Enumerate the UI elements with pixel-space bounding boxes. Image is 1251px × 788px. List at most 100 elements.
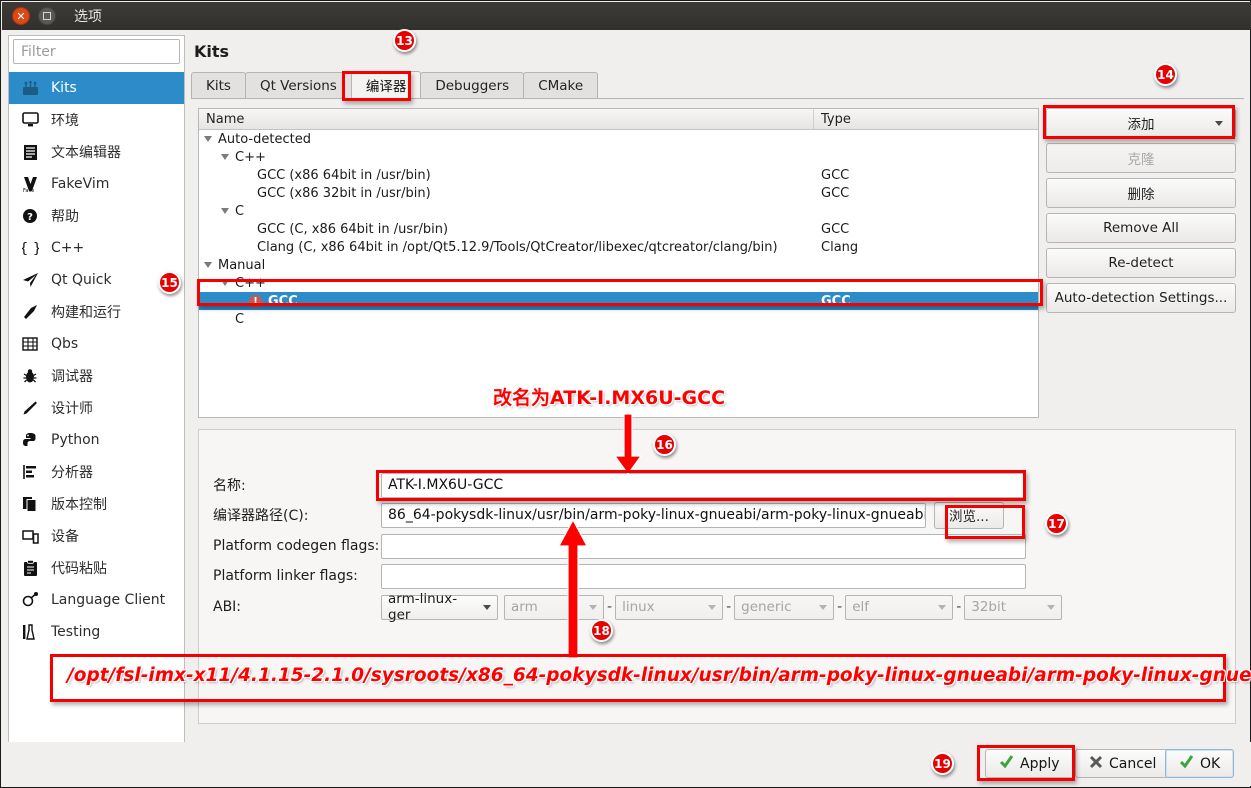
dialog-button-bar: Apply Cancel OK CSDN @ManGo CHEN: [2, 742, 1251, 786]
redetect-button[interactable]: Re-detect: [1046, 248, 1236, 278]
codegen-flags-label: Platform codegen flags:: [213, 538, 381, 554]
table-row[interactable]: Manual: [199, 256, 1038, 274]
rename-annotation: 改名为ATK-I.MX6U-GCC: [493, 383, 725, 410]
remove-button-label: 删除: [1128, 183, 1155, 203]
chevron-down-icon[interactable]: [1215, 121, 1223, 126]
row-name: GCC (C, x86 64bit in /usr/bin): [257, 222, 448, 237]
name-input[interactable]: ATK-I.MX6U-GCC: [381, 473, 1026, 498]
window-title: 选项: [74, 6, 102, 26]
column-header-type[interactable]: Type: [814, 109, 1038, 129]
chevron-down-icon[interactable]: [204, 136, 212, 142]
sidebar-item-version-control[interactable]: 版本控制: [9, 488, 184, 520]
table-row[interactable]: Clang (C, x86 64bit in /opt/Qt5.12.9/Too…: [199, 238, 1038, 256]
cancel-button[interactable]: Cancel: [1075, 749, 1170, 778]
sidebar-item-label: 设计师: [51, 398, 93, 418]
compiler-tree[interactable]: Name Type Auto-detected C++ GCC (x86 64b…: [198, 108, 1039, 418]
sidebar-item-code-pasting[interactable]: 代码粘贴: [9, 552, 184, 584]
browse-button[interactable]: 浏览...: [934, 502, 1004, 529]
codegen-flags-input[interactable]: [381, 534, 1026, 559]
remove-button[interactable]: 删除: [1046, 178, 1236, 208]
abi-flavor-select[interactable]: generic: [734, 595, 834, 620]
table-row[interactable]: C++: [199, 274, 1038, 292]
sidebar-item-label: Python: [51, 432, 100, 448]
maximize-icon[interactable]: [38, 7, 56, 25]
auto-detection-settings-button[interactable]: Auto-detection Settings...: [1046, 283, 1236, 313]
table-row-selected[interactable]: !GCC GCC: [199, 292, 1038, 310]
help-icon: ?: [19, 206, 41, 226]
sidebar-item-environment[interactable]: 环境: [9, 104, 184, 136]
check-icon: [1179, 754, 1194, 773]
sidebar-item-label: 设备: [51, 526, 79, 546]
chevron-down-icon[interactable]: [221, 280, 229, 286]
badge-16: 16: [653, 433, 676, 456]
linker-flags-label: Platform linker flags:: [213, 568, 381, 584]
abi-row: ABI: arm-linux-ger arm - linux - generic…: [213, 594, 1223, 620]
add-button[interactable]: 添加: [1046, 108, 1236, 138]
sidebar-item-qbs[interactable]: Qbs: [9, 328, 184, 360]
clone-button[interactable]: 克隆: [1046, 143, 1236, 173]
text-editor-icon: [19, 142, 41, 162]
table-row[interactable]: C: [199, 310, 1038, 328]
tab-debuggers[interactable]: Debuggers: [420, 72, 524, 98]
sidebar-item-build-run[interactable]: 构建和运行: [9, 296, 184, 328]
abi-bits-select[interactable]: 32bit: [964, 595, 1062, 620]
tab-label: Debuggers: [435, 78, 509, 94]
abi-format-select[interactable]: elf: [845, 595, 953, 620]
sidebar-item-python[interactable]: Python: [9, 424, 184, 456]
sidebar-item-cpp[interactable]: { } C++: [9, 232, 184, 264]
table-row[interactable]: GCC (C, x86 64bit in /usr/bin) GCC: [199, 220, 1038, 238]
column-header-name[interactable]: Name: [199, 109, 814, 129]
filter-input[interactable]: Filter: [13, 39, 180, 64]
table-row[interactable]: GCC (x86 32bit in /usr/bin) GCC: [199, 184, 1038, 202]
close-icon[interactable]: ✕: [12, 7, 30, 25]
row-name: GCC (x86 32bit in /usr/bin): [257, 186, 431, 201]
abi-os-select[interactable]: linux: [615, 595, 723, 620]
linker-flags-input[interactable]: [381, 564, 1026, 589]
ok-button[interactable]: OK: [1165, 749, 1234, 778]
sidebar-item-text-editor[interactable]: 文本编辑器: [9, 136, 184, 168]
cancel-button-label: Cancel: [1109, 756, 1156, 772]
sidebar-item-designer[interactable]: 设计师: [9, 392, 184, 424]
chevron-down-icon[interactable]: [204, 262, 212, 268]
badge-17: 17: [1045, 512, 1068, 535]
remove-all-button[interactable]: Remove All: [1046, 213, 1236, 243]
abi-separator: -: [956, 599, 961, 615]
apply-button[interactable]: Apply: [985, 749, 1074, 778]
table-row[interactable]: Auto-detected: [199, 130, 1038, 148]
sidebar-item-devices[interactable]: 设备: [9, 520, 184, 552]
linker-flags-row: Platform linker flags:: [213, 563, 1223, 589]
compiler-path-input[interactable]: 86_64-pokysdk-linux/usr/bin/arm-poky-lin…: [381, 503, 926, 528]
pencil-icon: [19, 398, 41, 418]
tab-qt-versions[interactable]: Qt Versions: [245, 72, 352, 98]
table-row[interactable]: C: [199, 202, 1038, 220]
sidebar-item-kits[interactable]: Kits: [9, 72, 184, 104]
sidebar-item-language-client[interactable]: Language Client: [9, 584, 184, 616]
tab-kits[interactable]: Kits: [191, 72, 246, 98]
path-arrow-icon: [554, 520, 592, 660]
kits-icon: [19, 78, 41, 98]
sidebar-item-analyzer[interactable]: 分析器: [9, 456, 184, 488]
tab-cmake[interactable]: CMake: [523, 72, 598, 98]
abi-main-select[interactable]: arm-linux-ger: [381, 595, 498, 620]
python-icon: [19, 430, 41, 450]
badge-18: 18: [590, 619, 613, 642]
row-name: C: [235, 204, 244, 219]
add-button-label: 添加: [1128, 113, 1155, 133]
table-row[interactable]: C++: [199, 148, 1038, 166]
row-name: Auto-detected: [218, 132, 311, 147]
browse-button-label: 浏览...: [949, 505, 989, 525]
sidebar-item-label: 环境: [51, 110, 79, 130]
sidebar-item-fakevim[interactable]: Fake FakeVim: [9, 168, 184, 200]
chevron-down-icon[interactable]: [221, 208, 229, 214]
row-type: GCC: [814, 186, 1038, 201]
sidebar-item-testing[interactable]: Testing: [9, 616, 184, 648]
sidebar-item-help[interactable]: ? 帮助: [9, 200, 184, 232]
tab-compilers[interactable]: 编译器: [351, 71, 422, 98]
table-row[interactable]: GCC (x86 64bit in /usr/bin) GCC: [199, 166, 1038, 184]
analyzer-icon: [19, 462, 41, 482]
sidebar-item-debugger[interactable]: 调试器: [9, 360, 184, 392]
name-value: ATK-I.MX6U-GCC: [388, 477, 503, 493]
abi-label: ABI:: [213, 599, 381, 615]
chevron-down-icon[interactable]: [221, 154, 229, 160]
title-bar: ✕ 选项: [2, 2, 1251, 30]
